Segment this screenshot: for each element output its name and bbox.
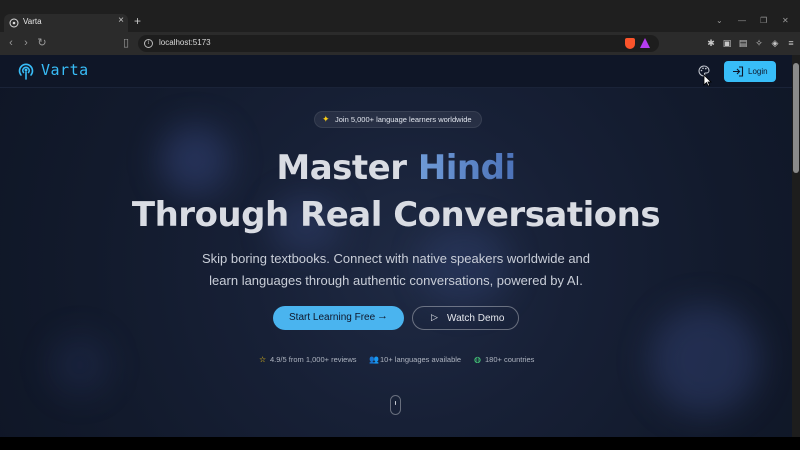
start-learning-button[interactable]: Start Learning Free → [273, 306, 404, 330]
tab-search-icon[interactable]: ⌄ [716, 16, 723, 26]
brave-shields-icon[interactable] [625, 38, 635, 49]
stat-reviews: ☆ 4.9/5 from 1,000+ reviews [259, 355, 357, 364]
scroll-wheel-dot [395, 401, 396, 405]
learners-badge: ✦ Join 5,000+ language learners worldwid… [314, 111, 482, 128]
background-glow [50, 335, 110, 395]
minimize-icon[interactable]: — [738, 16, 746, 26]
stat-languages: 👥10+ languages available [369, 355, 461, 364]
vpn-icon[interactable]: ◈ [770, 38, 780, 48]
podcast-icon[interactable] [17, 62, 35, 80]
podcast-icon [9, 18, 19, 28]
menu-icon[interactable]: ≡ [786, 38, 796, 48]
tab-title: Varta [23, 17, 42, 26]
sparkles-icon: ✦ [322, 114, 330, 124]
back-icon[interactable]: ‹ [4, 36, 18, 50]
brave-rewards-icon[interactable] [640, 38, 650, 48]
stat-text: 180+ countries [485, 355, 535, 364]
play-icon: ▷ [431, 312, 438, 322]
login-icon [733, 66, 744, 77]
arrow-right-icon: → [377, 310, 388, 322]
login-button[interactable]: Login [724, 61, 776, 82]
logo-text[interactable]: Varta [41, 61, 89, 79]
app-navbar: Varta Login [0, 55, 792, 88]
watch-demo-button[interactable]: ▷ Watch Demo [412, 306, 519, 330]
stat-text: 10+ languages available [380, 355, 462, 364]
url-text[interactable]: localhost:5173 [159, 38, 211, 47]
browser-tab[interactable]: Varta × [4, 14, 128, 32]
tab-close-icon[interactable]: × [118, 15, 124, 26]
watch-demo-label: Watch Demo [447, 313, 505, 324]
star-icon: ☆ [259, 355, 267, 364]
sidebar-icon[interactable]: ▣ [722, 38, 732, 48]
hero-title-line2: Through Real Conversations [131, 195, 661, 235]
leo-icon[interactable]: ✧ [754, 38, 764, 48]
new-tab-icon[interactable]: + [134, 15, 141, 27]
globe-icon: ◍ [474, 355, 481, 364]
forward-icon[interactable]: › [19, 36, 33, 50]
browser-tab-strip: Varta × + ⌄ — ❐ ✕ [0, 0, 800, 32]
stat-text: 4.9/5 from 1,000+ reviews [270, 355, 357, 364]
stat-countries: ◍ 180+ countries [474, 355, 534, 364]
scroll-indicator[interactable] [390, 395, 401, 415]
page-viewport: Varta Login ✦ Join 5,000+ language learn… [0, 55, 792, 437]
maximize-icon[interactable]: ❐ [760, 16, 767, 26]
address-bar[interactable]: i localhost:5173 [138, 35, 659, 52]
hero-subtitle-line2: learn languages through authentic conver… [209, 273, 583, 288]
badge-text: Join 5,000+ language learners worldwide [335, 115, 472, 124]
users-icon: 👥 [369, 355, 379, 364]
background-glow [650, 305, 760, 415]
title-prefix: Master [276, 148, 418, 188]
title-highlight: Hindi [417, 148, 516, 188]
scrollbar-thumb[interactable] [793, 63, 799, 173]
extensions-icon[interactable]: ✱ [706, 38, 716, 48]
page-scrollbar[interactable] [792, 55, 800, 437]
bookmark-icon[interactable]: ▯ [119, 36, 133, 50]
start-learning-label: Start Learning Free [289, 312, 376, 323]
reload-icon[interactable]: ↻ [35, 36, 49, 50]
wallet-icon[interactable]: ▤ [738, 38, 748, 48]
hero-title-line1: Master Hindi [0, 148, 792, 188]
hero-subtitle-line1: Skip boring textbooks. Connect with nati… [201, 251, 591, 266]
mouse-pointer-icon [703, 74, 712, 87]
login-label: Login [748, 67, 768, 76]
close-window-icon[interactable]: ✕ [782, 16, 789, 26]
browser-toolbar: ‹ › ↻ ▯ i localhost:5173 ✱ ▣ ▤ ✧ ◈ ≡ [0, 32, 800, 55]
site-info-icon[interactable]: i [144, 39, 153, 48]
window-bottom-edge [0, 437, 800, 450]
